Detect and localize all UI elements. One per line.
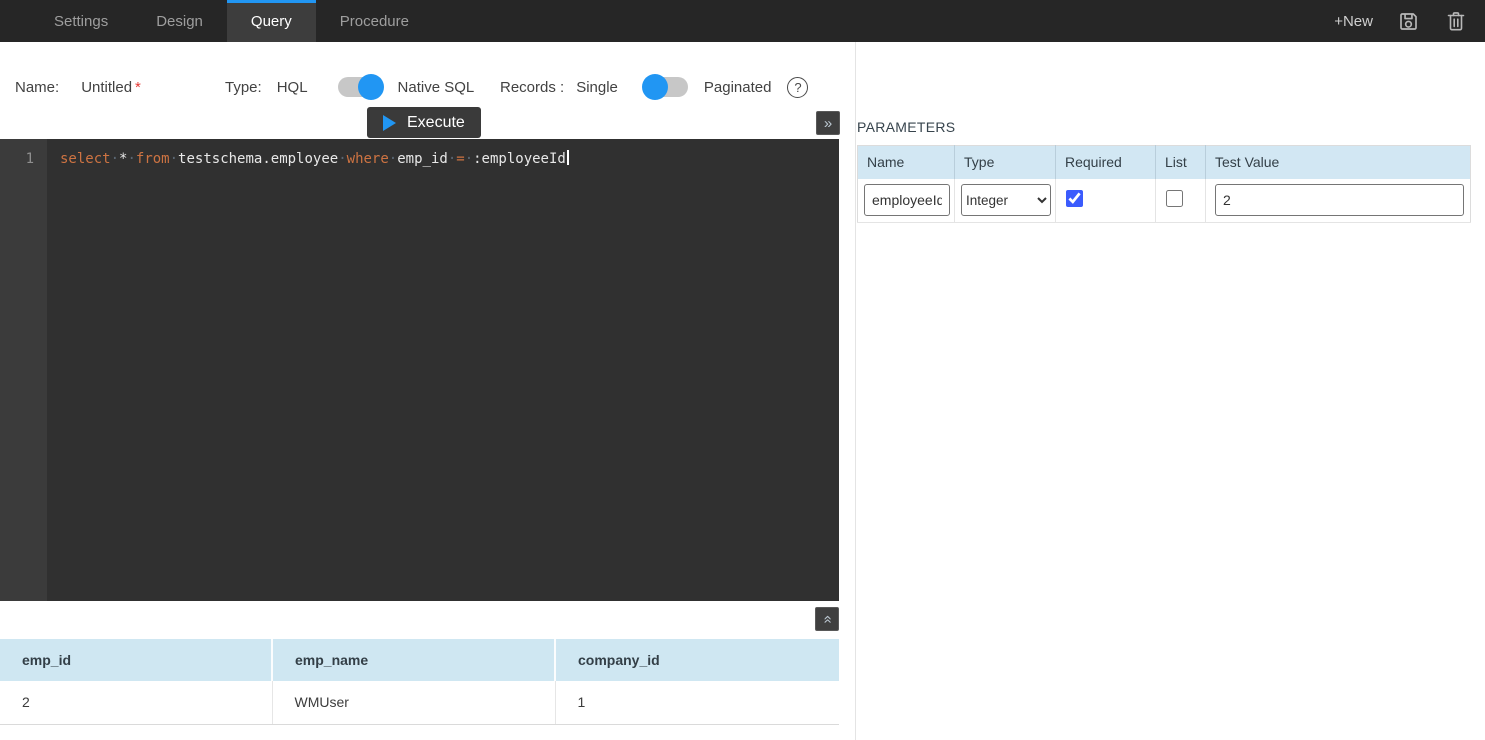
result-cell-emp-id: 2: [0, 681, 272, 724]
param-col-test-value: Test Value: [1206, 146, 1471, 179]
parameters-title: PARAMETERS: [857, 119, 955, 135]
results-table: emp_id emp_name company_id 2 WMUser 1: [0, 639, 839, 725]
records-label: Records :: [500, 79, 564, 96]
collapse-results-button[interactable]: »: [815, 607, 839, 631]
type-label: Type:: [225, 79, 262, 96]
param-list-checkbox[interactable]: [1166, 190, 1183, 207]
param-required-checkbox[interactable]: [1066, 190, 1083, 207]
topbar-actions: +New: [1334, 0, 1485, 42]
type-toggle[interactable]: [338, 77, 382, 97]
code-line[interactable]: select·*·from·testschema.employee·where·…: [60, 150, 839, 169]
expand-panel-button[interactable]: »: [816, 111, 840, 135]
records-toggle[interactable]: [644, 77, 688, 97]
new-button[interactable]: +New: [1334, 13, 1373, 30]
save-icon[interactable]: [1395, 8, 1421, 34]
name-field-group: Name: Untitled *: [15, 74, 141, 100]
tab-design[interactable]: Design: [132, 0, 227, 42]
records-option-single[interactable]: Single: [576, 79, 618, 96]
required-marker: *: [135, 79, 141, 96]
type-option-native-sql[interactable]: Native SQL: [398, 79, 475, 96]
result-cell-company-id: 1: [555, 681, 839, 724]
topbar: Settings Design Query Procedure +New: [0, 0, 1485, 42]
text-cursor: [567, 150, 569, 165]
sql-editor[interactable]: 1 select·*·from·testschema.employee·wher…: [0, 139, 839, 601]
parameter-row: Integer: [858, 179, 1471, 223]
result-col-company-id: company_id: [555, 639, 839, 681]
editor-code-area[interactable]: select·*·from·testschema.employee·where·…: [47, 139, 839, 601]
param-col-list: List: [1156, 146, 1206, 179]
result-row: 2 WMUser 1: [0, 681, 839, 724]
result-cell-emp-name: WMUser: [272, 681, 555, 724]
param-test-value-input[interactable]: [1215, 184, 1464, 216]
parameters-table: Name Type Required List Test Value Integ…: [857, 145, 1471, 223]
double-chevron-right-icon: »: [824, 115, 832, 132]
param-col-name: Name: [858, 146, 955, 179]
query-name-value[interactable]: Untitled: [81, 79, 132, 96]
records-toggle-knob[interactable]: [642, 74, 668, 100]
double-chevron-up-icon: »: [819, 615, 836, 623]
param-col-required: Required: [1056, 146, 1156, 179]
line-number: 1: [26, 151, 34, 167]
editor-gutter: 1: [0, 139, 47, 601]
parameters-header-row: Name Type Required List Test Value: [858, 146, 1471, 179]
param-col-type: Type: [955, 146, 1056, 179]
execute-button[interactable]: Execute: [367, 107, 481, 138]
param-type-select[interactable]: Integer: [961, 184, 1051, 216]
tab-bar: Settings Design Query Procedure: [30, 0, 433, 42]
type-toggle-group: Type: HQL Native SQL: [225, 74, 474, 100]
results-header-row: emp_id emp_name company_id: [0, 639, 839, 681]
result-col-emp-name: emp_name: [272, 639, 555, 681]
play-icon: [383, 115, 396, 131]
tab-procedure[interactable]: Procedure: [316, 0, 433, 42]
type-option-hql[interactable]: HQL: [277, 79, 308, 96]
help-icon[interactable]: ?: [787, 77, 808, 98]
tab-query[interactable]: Query: [227, 0, 316, 42]
param-name-input[interactable]: [864, 184, 950, 216]
records-toggle-group: Records : Single Paginated ?: [500, 74, 808, 100]
execute-label: Execute: [407, 114, 465, 132]
tab-settings[interactable]: Settings: [30, 0, 132, 42]
type-toggle-knob[interactable]: [358, 74, 384, 100]
result-col-emp-id: emp_id: [0, 639, 272, 681]
records-option-paginated[interactable]: Paginated: [704, 79, 772, 96]
name-label: Name:: [15, 79, 59, 96]
panel-divider: [855, 42, 856, 740]
delete-icon[interactable]: [1443, 8, 1469, 34]
